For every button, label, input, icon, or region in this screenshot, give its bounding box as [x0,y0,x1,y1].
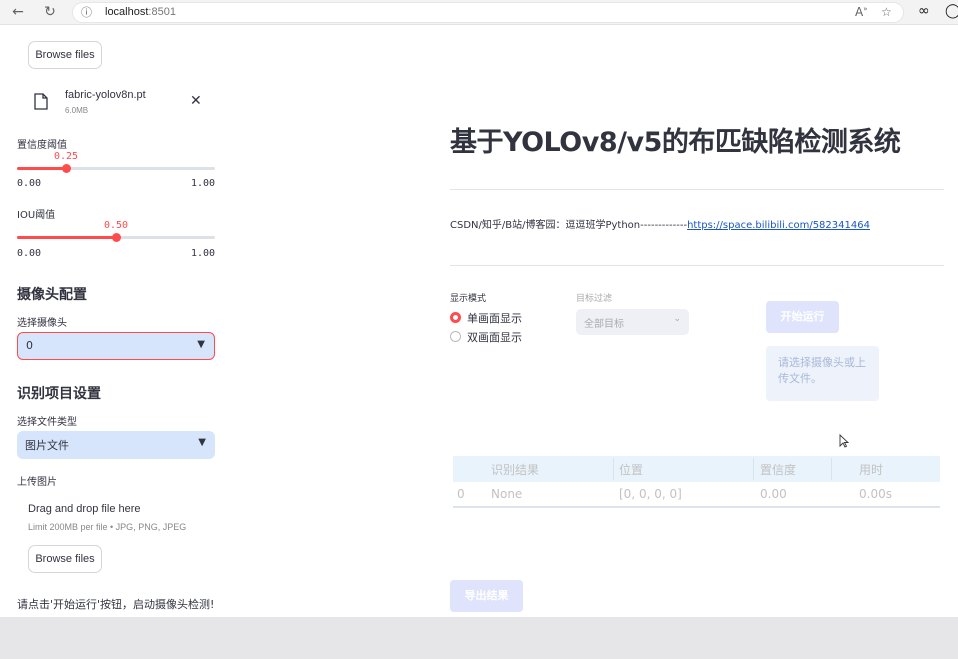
credit-text: CSDN/知乎/B站/博客园：逗逗班学Python------------- [450,220,688,231]
display-mode-label: 显示模式 [450,294,487,304]
reload-icon[interactable]: ↻ [40,3,60,22]
iou-slider-thumb[interactable] [112,233,121,242]
divider [450,189,944,190]
column-separator [613,458,614,480]
browse-files-button[interactable]: Browse files [28,545,102,573]
iou-max: 1.00 [191,248,216,259]
camera-select-value: 0 [26,339,33,352]
sidebar-info-text: 请点击'开始运行'按钮，启动摄像头检测! [17,598,215,611]
confidence-value: 0.25 [54,151,79,162]
info-icon[interactable]: ⓘ [81,4,92,20]
iou-slider-fill [17,236,116,239]
main-content: 基于YOLOv8/v5的布匹缺陷检测系统 CSDN/知乎/B站/博客园：逗逗班学… [236,26,958,659]
target-filter-select[interactable]: 全部目标 ⌄ [576,309,689,335]
file-type-select[interactable]: 图片文件 ▼ [17,431,215,459]
table-bottom-border [453,506,940,508]
results-table: 识别结果 位置 置信度 用时 0 None [0, 0, 0, 0] 0.00 … [453,456,940,508]
chevron-down-icon: ▼ [197,339,205,350]
target-filter-value: 全部目标 [584,319,624,330]
uploaded-file-name: fabric-yolov8n.pt [65,89,146,101]
file-type-select-value: 图片文件 [25,439,69,452]
copilot-icon[interactable]: ◯ [945,3,958,19]
camera-section-heading: 摄像头配置 [17,287,87,303]
camera-select[interactable]: 0 ▼ [17,332,215,360]
iou-value: 0.50 [104,220,129,231]
file-icon [34,93,48,110]
column-header-position: 位置 [619,463,644,477]
dropzone-limit: Limit 200MB per file • JPG, PNG, JPEG [28,522,187,532]
recog-section-heading: 识别项目设置 [17,386,101,402]
column-header-time: 用时 [859,463,884,477]
favorite-star-icon[interactable]: ☆ [881,5,892,19]
cell-position: [0, 0, 0, 0] [619,487,682,501]
camera-select-label: 选择摄像头 [17,318,67,329]
upload-label: 上传图片 [17,477,57,488]
extension-icon[interactable]: ∞ [918,3,930,19]
faded-bottom-region [0,617,958,659]
table-header: 识别结果 位置 置信度 用时 [453,456,940,482]
browser-toolbar: ← ↻ ⓘ localhost:8501 A» ☆ ∞ ◯ [0,0,958,25]
read-aloud-icon[interactable]: A» [855,5,868,19]
cell-result: None [491,487,523,501]
uploaded-file-size: 6.0MB [65,106,89,115]
column-header-confidence: 置信度 [760,463,797,477]
sidebar: Browse files fabric-yolov8n.pt 6.0MB ✕ 置… [0,26,236,659]
address-bar[interactable]: ⓘ localhost:8501 A» ☆ [72,2,904,23]
back-icon[interactable]: ← [8,3,28,22]
dropzone-title[interactable]: Drag and drop file here [28,503,141,515]
radio-unchecked-icon [450,331,461,342]
confidence-max: 1.00 [191,178,216,189]
radio-single-view[interactable]: 单画面显示 [450,310,522,326]
credit-line: CSDN/知乎/B站/博客园：逗逗班学Python-------------ht… [450,216,870,231]
cell-confidence: 0.00 [760,487,787,501]
radio-checked-icon [450,312,461,323]
warning-box: 请选择摄像头或上传文件。 [766,346,879,401]
column-separator [831,458,832,480]
confidence-slider-fill [17,167,67,170]
export-button[interactable]: 导出结果 [450,580,523,612]
confidence-label: 置信度阈值 [17,140,67,151]
remove-file-close-icon[interactable]: ✕ [190,93,202,109]
bilibili-link[interactable]: https://space.bilibili.com/582341464 [687,220,870,231]
file-type-label: 选择文件类型 [17,417,77,428]
mouse-cursor-icon [839,434,849,448]
address-url: localhost:8501 [105,6,176,18]
divider [450,265,944,266]
radio-dual-view[interactable]: 双画面显示 [450,329,522,345]
iou-label: IOU阈值 [17,210,56,221]
iou-min: 0.00 [17,248,42,259]
confidence-slider-track[interactable] [17,167,215,170]
cell-time: 0.00s [859,487,892,501]
column-separator [753,458,754,480]
browse-files-button-model[interactable]: Browse files [28,41,102,69]
start-button[interactable]: 开始运行 [766,301,839,333]
row-index: 0 [457,487,465,501]
confidence-slider-thumb[interactable] [62,164,71,173]
chevron-down-icon: ⌄ [673,314,681,324]
page-title: 基于YOLOv8/v5的布匹缺陷检测系统 [450,127,901,158]
chevron-down-icon: ▼ [198,437,206,448]
column-header-result: 识别结果 [491,463,540,477]
target-filter-label: 目标过滤 [576,294,613,304]
confidence-min: 0.00 [17,178,42,189]
